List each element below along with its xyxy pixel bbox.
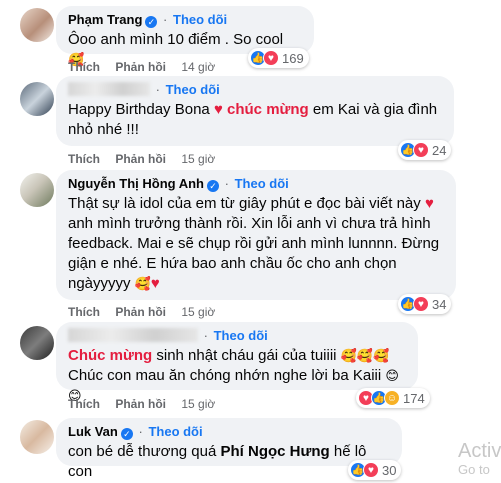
commenter-name[interactable]: Phạm Trang xyxy=(68,12,142,27)
comment-text-line: Thật sự là idol của em từ giây phút e đọ… xyxy=(68,195,421,212)
reply-button[interactable]: Phản hồi xyxy=(115,152,166,166)
follow-button[interactable]: Theo dõi xyxy=(214,328,268,343)
comment-bubble: · Theo dõi Happy Birthday Bona ♥ chúc mừ… xyxy=(56,76,454,146)
follow-button[interactable]: Theo dõi xyxy=(235,176,289,191)
reply-button[interactable]: Phản hồi xyxy=(115,397,166,411)
commenter-name[interactable]: Luk Van xyxy=(68,424,118,439)
comment-bubble: Nguyễn Thị Hồng Anh ✓ · Theo dõi Thật sự … xyxy=(56,170,456,300)
reaction-summary[interactable]: 👍 ♥ 24 xyxy=(398,140,452,160)
comment-actions: Thích Phản hồi 15 giờ xyxy=(68,305,227,319)
comment-text-line: giận e nhé. E hứa bao anh chầu ốc cho an… xyxy=(68,255,397,272)
verified-icon: ✓ xyxy=(207,180,219,192)
avatar[interactable] xyxy=(20,326,54,360)
comment-text-line: ngàyyyyy xyxy=(68,275,131,292)
reply-button[interactable]: Phản hồi xyxy=(115,60,166,74)
reaction-summary[interactable]: 👍 ♥ 30 xyxy=(348,460,402,480)
avatar[interactable] xyxy=(20,82,54,116)
comment-text-line: feedback. Mai e sẽ chụp rồi gửi anh mình… xyxy=(68,235,440,252)
reaction-count: 169 xyxy=(282,50,304,66)
reaction-summary[interactable]: 👍 ♥ 169 xyxy=(248,48,309,68)
follow-button[interactable]: Theo dõi xyxy=(166,82,220,97)
comment-text: Ôoo anh mình 10 điểm . So cool xyxy=(68,31,284,48)
separator: · xyxy=(203,328,208,343)
commenter-name[interactable]: Nguyễn Thị Hồng Anh xyxy=(68,176,204,191)
activation-watermark: Activ Go to xyxy=(458,440,501,478)
love-icon: ♥ xyxy=(413,142,429,158)
watermark-line-2: Go to xyxy=(458,462,490,477)
comment-text-cont: em Kai và gia đình xyxy=(312,101,438,118)
comment-text: Happy Birthday Bona xyxy=(68,101,210,118)
comment-text-line: anh mình trưởng thành rồi. Xin lỗi anh v… xyxy=(68,215,431,232)
reaction-summary[interactable]: 👍 ♥ 34 xyxy=(398,294,452,314)
comment-bubble: · Theo dõi Chúc mừng sinh nhật cháu gái … xyxy=(56,322,418,403)
comment-actions: Thích Phản hồi 14 giờ xyxy=(68,60,227,74)
highlight-text[interactable]: Chúc mừng xyxy=(68,347,152,364)
reaction-count: 174 xyxy=(403,390,425,406)
heart-icon: ♥ xyxy=(424,195,434,212)
reply-button[interactable]: Phản hồi xyxy=(115,305,166,319)
reaction-summary[interactable]: ♥ 👍 ☺ 174 xyxy=(356,388,430,408)
separator: · xyxy=(138,424,143,439)
comment-actions: Thích Phản hồi 15 giờ xyxy=(68,152,227,166)
love-icon: ♥ xyxy=(363,462,379,478)
separator: · xyxy=(224,176,229,191)
separator: · xyxy=(155,82,160,97)
verified-icon: ✓ xyxy=(120,428,133,440)
timestamp[interactable]: 15 giờ xyxy=(181,397,215,411)
tagged-name[interactable]: Phí Ngọc Hưng xyxy=(221,443,330,460)
comment-actions: Thích Phản hồi 15 giờ xyxy=(68,397,227,411)
timestamp[interactable]: 15 giờ xyxy=(181,152,215,166)
like-button[interactable]: Thích xyxy=(68,305,100,319)
love-icon: ♥ xyxy=(413,296,429,312)
comment-text: con bé dễ thương quá xyxy=(68,443,217,460)
hug-emoji-icon: 🥰🥰🥰 xyxy=(340,348,390,363)
timestamp[interactable]: 15 giờ xyxy=(181,305,215,319)
separator: · xyxy=(163,12,168,27)
reaction-count: 34 xyxy=(432,296,447,312)
hug-emoji-icon: 🥰 xyxy=(134,276,151,291)
avatar[interactable] xyxy=(20,8,54,42)
highlight-text[interactable]: chúc mừng xyxy=(227,101,309,118)
like-button[interactable]: Thích xyxy=(68,152,100,166)
heart-icon: ♥ xyxy=(213,101,223,118)
love-icon: ♥ xyxy=(263,50,279,66)
heart-icon: ♥ xyxy=(150,275,160,292)
like-button[interactable]: Thích xyxy=(68,397,100,411)
reaction-count: 30 xyxy=(382,462,397,478)
comment-text: sinh nhật cháu gái của tuiiii xyxy=(156,347,337,364)
watermark-line-1: Activ xyxy=(458,440,501,462)
comment-text-end: nhỏ nhé !!! xyxy=(68,121,139,138)
verified-icon: ✓ xyxy=(145,16,158,28)
avatar[interactable] xyxy=(20,173,54,207)
comment-bubble: Luk Van ✓ · Theo dõi con bé dễ thương quá… xyxy=(56,418,402,480)
blurred-name xyxy=(68,82,150,96)
blurred-name xyxy=(68,328,198,342)
care-icon: ☺ xyxy=(384,390,400,406)
avatar[interactable] xyxy=(20,420,54,454)
follow-button[interactable]: Theo dõi xyxy=(173,12,227,27)
comment-bubble: Phạm Trang ✓ · Theo dõi Ôoo anh mình 10 đ… xyxy=(56,6,314,67)
timestamp[interactable]: 14 giờ xyxy=(181,60,215,74)
like-button[interactable]: Thích xyxy=(68,60,100,74)
reaction-count: 24 xyxy=(432,142,447,158)
follow-button[interactable]: Theo dõi xyxy=(148,424,202,439)
comment-text-line: Chúc con mau ăn chóng nhớn nghe lời ba K… xyxy=(68,367,382,384)
